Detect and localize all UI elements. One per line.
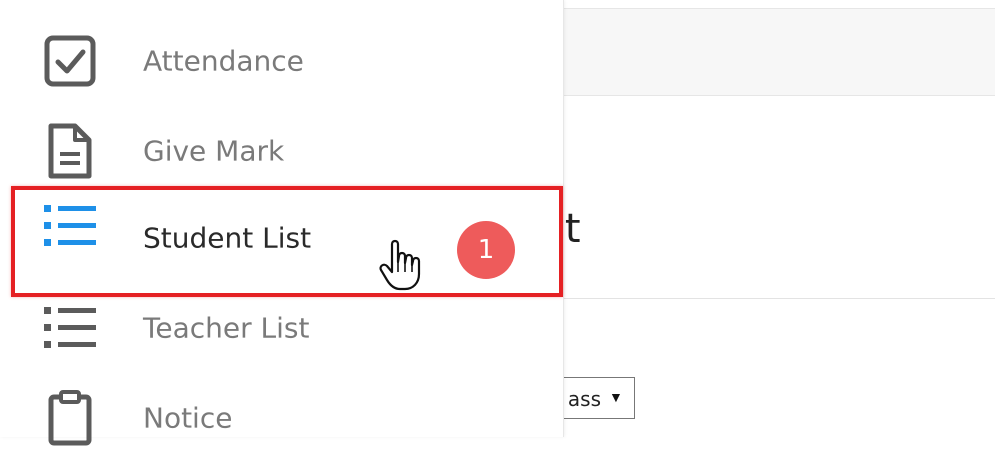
- dropdown-arrow-icon: ▼: [609, 389, 623, 405]
- menu-item-notice[interactable]: Notice: [0, 374, 563, 462]
- step-badge: 1: [457, 221, 515, 279]
- menu-item-label: Attendance: [143, 44, 304, 78]
- menu-item-teacher-list[interactable]: Teacher List: [0, 284, 563, 372]
- hand-cursor-icon: [378, 238, 422, 292]
- menu-item-label: Give Mark: [143, 134, 285, 168]
- title-divider: [560, 298, 995, 299]
- menu-item-label: Notice: [143, 401, 233, 435]
- clipboard-icon: [42, 390, 98, 446]
- checkbox-icon: [42, 33, 98, 89]
- menu-item-give-mark[interactable]: Give Mark: [0, 107, 563, 195]
- menu-item-attendance[interactable]: Attendance: [0, 17, 563, 105]
- list-icon: [42, 300, 98, 356]
- document-icon: [42, 123, 98, 179]
- menu-item-label: Teacher List: [143, 311, 310, 345]
